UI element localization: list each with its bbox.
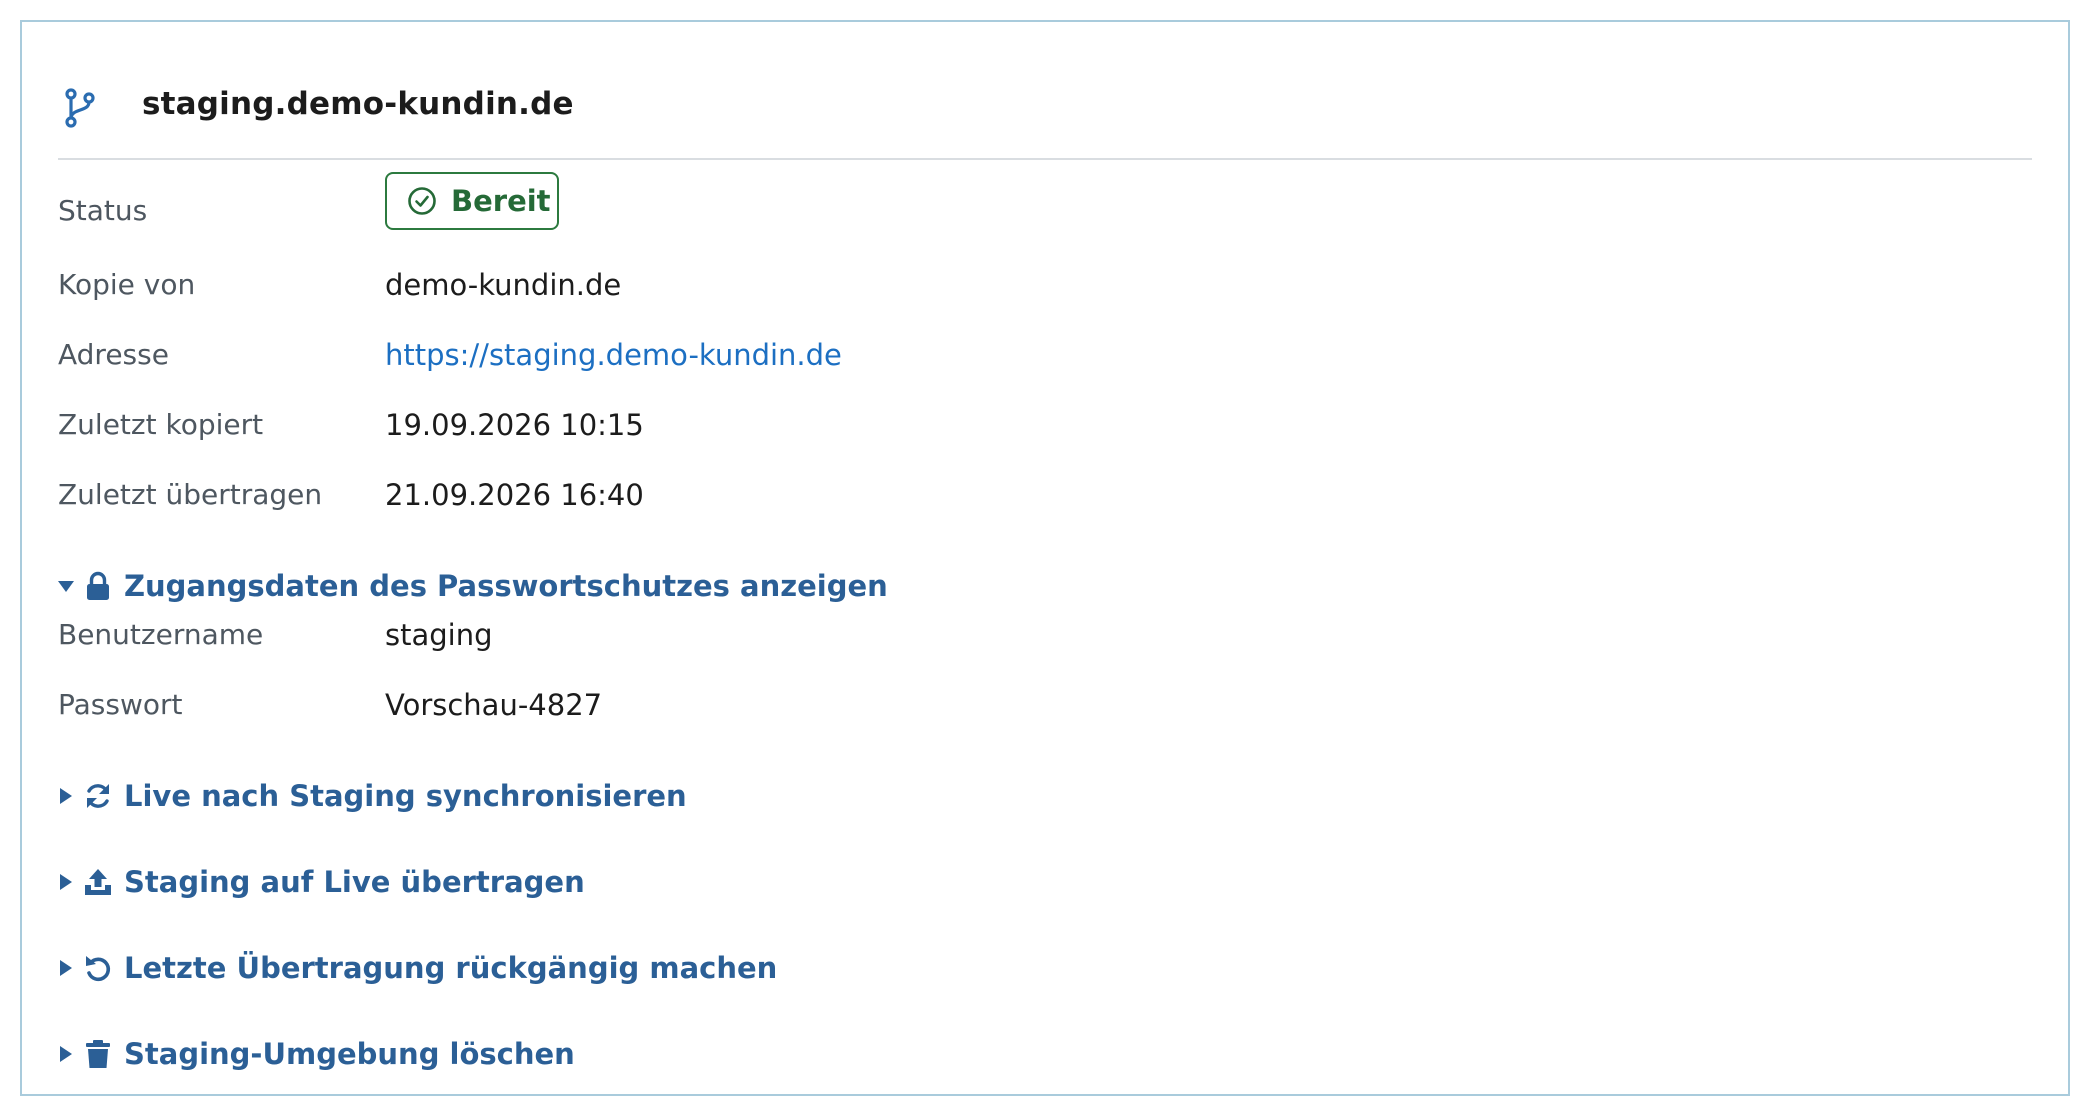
credentials-toggle[interactable]: Zugangsdaten des Passwortschutzes anzeig… bbox=[58, 564, 888, 608]
caret-down-icon bbox=[58, 581, 74, 592]
page-title: staging.demo-kundin.de bbox=[142, 86, 574, 122]
git-branch-icon bbox=[65, 88, 95, 128]
status-value: Bereit bbox=[451, 184, 551, 218]
undo-icon bbox=[86, 956, 111, 982]
sync-section-toggle[interactable]: Live nach Staging synchronisieren bbox=[58, 774, 687, 818]
last-copied-label: Zuletzt kopiert bbox=[58, 408, 264, 441]
lock-icon bbox=[87, 571, 109, 600]
delete-section-label: Staging-Umgebung löschen bbox=[124, 1037, 575, 1071]
push-section-label: Staging auf Live übertragen bbox=[124, 865, 585, 899]
caret-right-icon bbox=[60, 960, 72, 976]
password-label: Passwort bbox=[58, 688, 183, 721]
push-section-toggle[interactable]: Staging auf Live übertragen bbox=[58, 860, 585, 904]
undo-section-toggle[interactable]: Letzte Übertragung rückgängig machen bbox=[58, 946, 777, 990]
trash-icon bbox=[86, 1040, 110, 1068]
copy-of-value: demo-kundin.de bbox=[385, 268, 622, 302]
status-label: Status bbox=[58, 194, 148, 227]
address-link[interactable]: https://staging.demo-kundin.de bbox=[385, 338, 842, 372]
upload-icon bbox=[85, 869, 111, 895]
credentials-toggle-label: Zugangsdaten des Passwortschutzes anzeig… bbox=[124, 569, 888, 603]
password-value: Vorschau-4827 bbox=[385, 688, 603, 722]
last-transferred-value: 21.09.2026 16:40 bbox=[385, 478, 644, 512]
caret-right-icon bbox=[60, 788, 72, 804]
staging-panel: staging.demo-kundin.de Status Bereit Kop… bbox=[20, 20, 2070, 1096]
username-value: staging bbox=[385, 618, 493, 652]
undo-section-label: Letzte Übertragung rückgängig machen bbox=[124, 951, 778, 985]
check-circle-icon bbox=[408, 187, 436, 215]
copy-of-label: Kopie von bbox=[58, 268, 196, 301]
caret-right-icon bbox=[60, 874, 72, 890]
delete-section-toggle[interactable]: Staging-Umgebung löschen bbox=[58, 1032, 575, 1076]
last-copied-value: 19.09.2026 10:15 bbox=[385, 408, 644, 442]
status-badge: Bereit bbox=[385, 172, 559, 230]
panel-header: staging.demo-kundin.de bbox=[58, 58, 2032, 160]
caret-right-icon bbox=[60, 1046, 72, 1062]
username-label: Benutzername bbox=[58, 618, 264, 651]
sync-section-label: Live nach Staging synchronisieren bbox=[124, 779, 687, 813]
last-transferred-label: Zuletzt übertragen bbox=[58, 478, 323, 511]
address-label: Adresse bbox=[58, 338, 169, 371]
sync-icon bbox=[87, 784, 109, 808]
